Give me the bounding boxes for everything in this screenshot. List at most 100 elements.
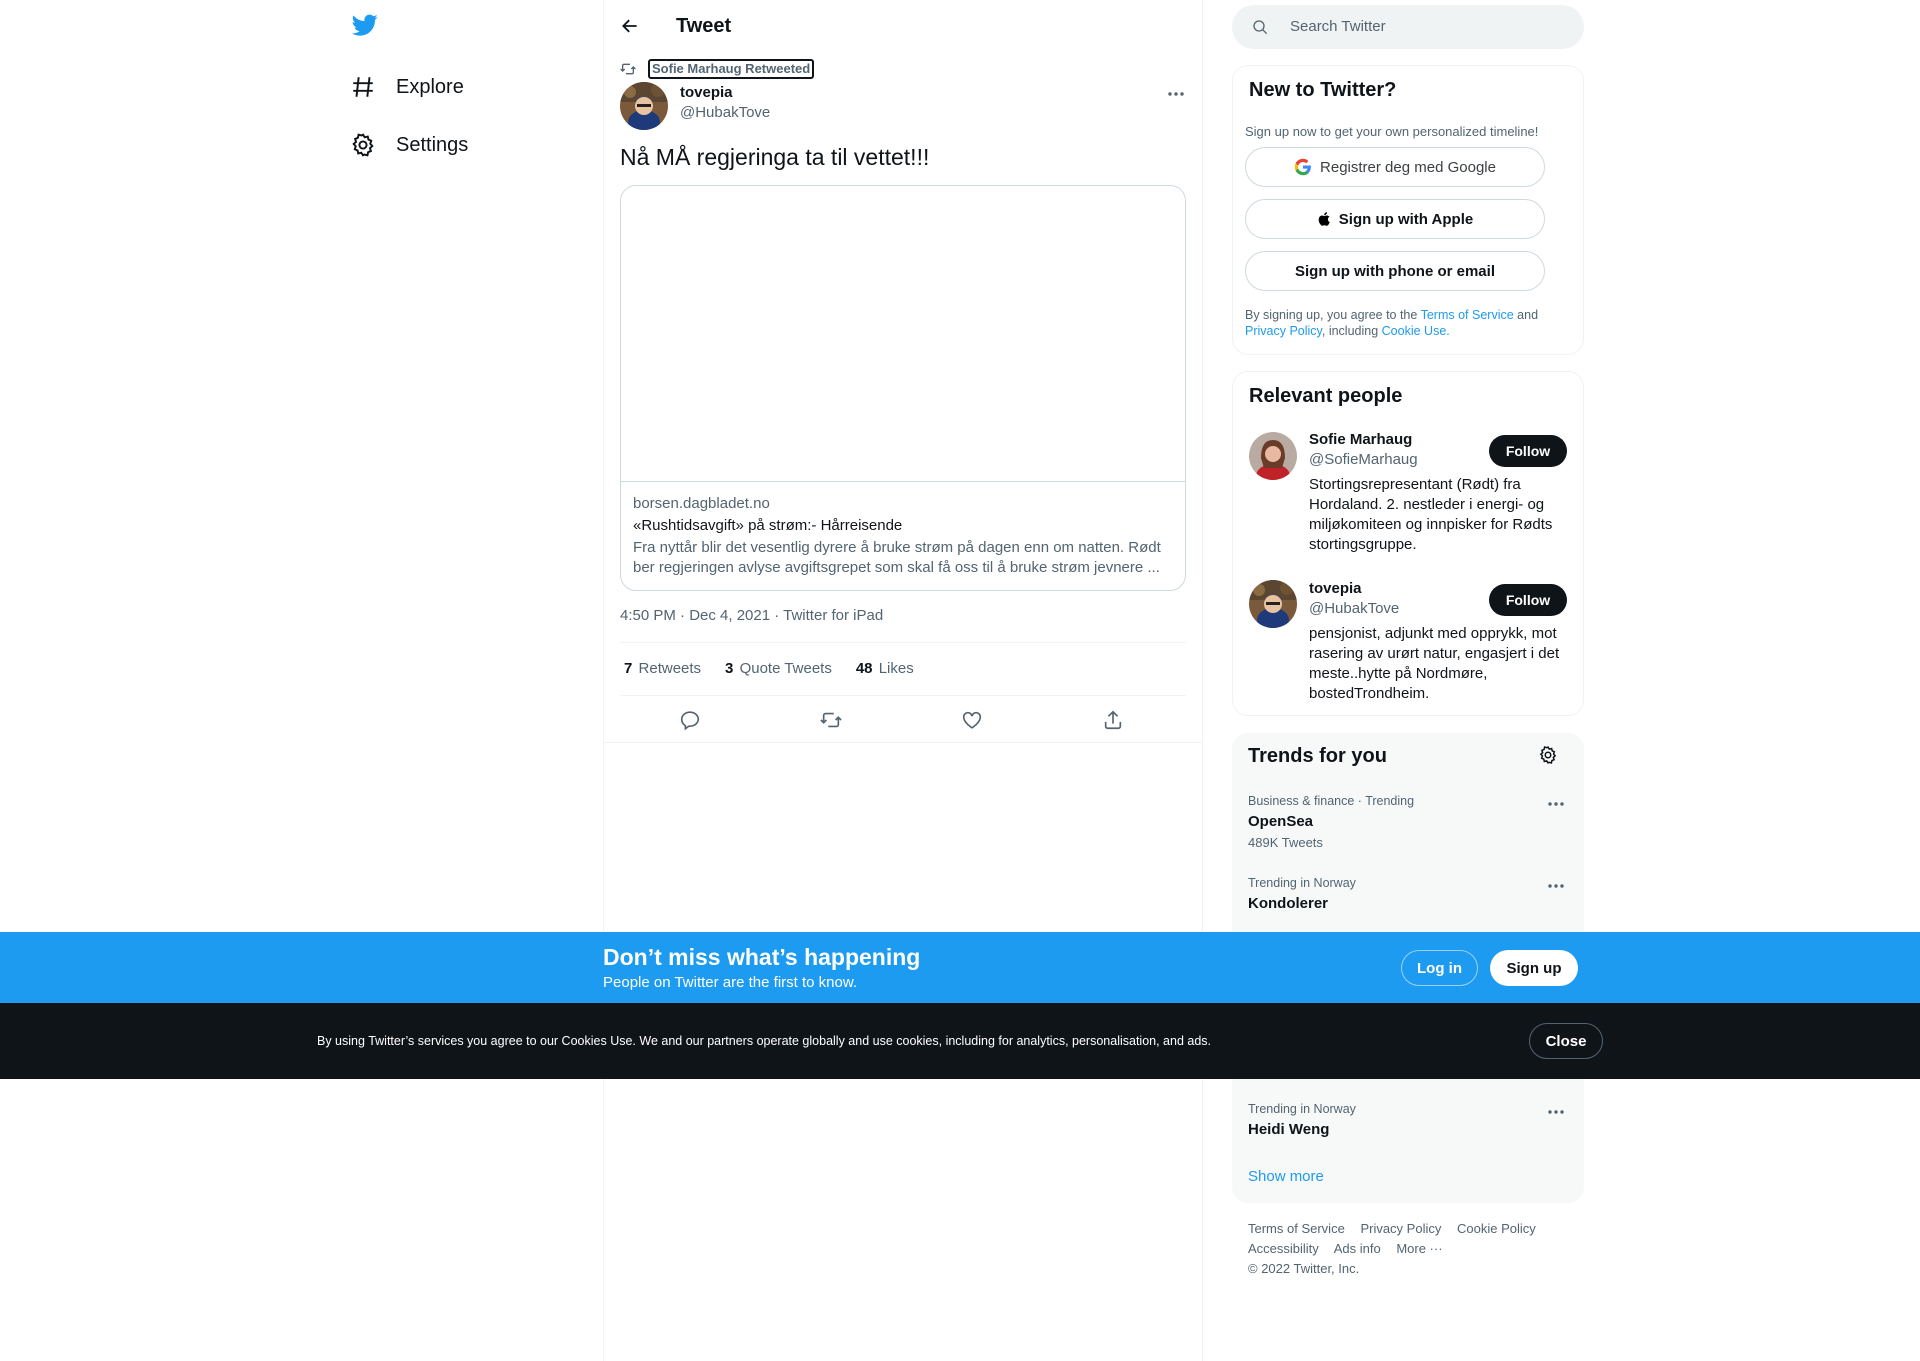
trend-meta: Trending in Norway — [1248, 1102, 1356, 1116]
likes-label: Likes — [878, 660, 914, 677]
google-icon — [1294, 158, 1312, 176]
nav-settings[interactable]: Settings — [350, 125, 468, 165]
footer-more-link[interactable]: More ··· — [1396, 1241, 1442, 1256]
footer-terms-link[interactable]: Terms of Service — [1248, 1221, 1345, 1236]
link-card[interactable]: borsen.dagbladet.no «Rushtidsavgift» på … — [620, 185, 1186, 591]
link-card-domain: borsen.dagbladet.no — [633, 495, 770, 512]
author-handle[interactable]: @HubakTove — [680, 104, 770, 121]
retweet-action-icon[interactable] — [820, 709, 842, 731]
person-bio: pensjonist, adjunkt med opprykk, mot ras… — [1309, 625, 1560, 702]
twitter-logo-icon[interactable] — [350, 12, 384, 42]
footer-cookie-link[interactable]: Cookie Policy — [1457, 1221, 1536, 1236]
retweets-count: 7 — [624, 660, 633, 677]
hashtag-icon — [350, 74, 376, 100]
trend-meta: Trending in Norway — [1248, 876, 1356, 890]
legal-and: and — [1517, 308, 1539, 322]
share-icon[interactable] — [1102, 709, 1124, 731]
phone-email-signup-button[interactable]: Sign up with phone or email — [1245, 251, 1545, 291]
cookie-banner: By using Twitter’s services you agree to… — [0, 1003, 1920, 1079]
quote-tweets-label: Quote Tweets — [739, 660, 832, 677]
nav-settings-label: Settings — [396, 133, 469, 156]
more-options-icon[interactable] — [1166, 84, 1186, 104]
new-to-twitter-subtitle: Sign up now to get your own personalized… — [1245, 124, 1539, 139]
trends-title: Trends for you — [1248, 745, 1387, 767]
search-icon — [1252, 19, 1268, 35]
page-title: Tweet — [676, 15, 732, 37]
trend-more-icon[interactable] — [1546, 876, 1566, 896]
back-arrow-icon[interactable] — [620, 16, 640, 36]
footer-links-row: Accessibility Ads info More ··· — [1248, 1241, 1455, 1256]
trends-settings-icon[interactable] — [1538, 745, 1558, 765]
google-signup-button[interactable]: Registrer deg med Google — [1245, 147, 1545, 187]
signup-banner-title: Don’t miss what’s happening — [603, 944, 921, 970]
follow-button[interactable]: Follow — [1489, 584, 1567, 616]
google-signup-label: Registrer deg med Google — [1320, 158, 1496, 176]
likes-count: 48 — [855, 660, 873, 677]
signup-banner-subtitle: People on Twitter are the first to know. — [603, 974, 858, 991]
search-placeholder: Search Twitter — [1290, 18, 1386, 35]
trend-meta: Business & finance · Trending — [1248, 794, 1415, 808]
cookie-use-link[interactable]: Cookie Use. — [1382, 324, 1450, 338]
footer-copyright: © 2022 Twitter, Inc. — [1248, 1261, 1360, 1276]
relevant-people-title: Relevant people — [1249, 385, 1403, 407]
retweet-context[interactable]: Sofie Marhaug Retweeted — [620, 59, 815, 79]
like-icon[interactable] — [961, 709, 983, 731]
signup-legal-text: By signing up, you agree to the Terms of… — [1245, 307, 1565, 339]
privacy-policy-link[interactable]: Privacy Policy — [1245, 324, 1322, 338]
center-left-divider — [603, 0, 604, 1361]
divider — [620, 695, 1186, 696]
footer-privacy-link[interactable]: Privacy Policy — [1360, 1221, 1441, 1236]
center-right-divider — [1202, 0, 1203, 1361]
person-handle[interactable]: @SofieMarhaug — [1309, 451, 1418, 468]
trend-name[interactable]: Kondolerer — [1248, 895, 1328, 912]
person-name[interactable]: Sofie Marhaug — [1309, 431, 1412, 448]
nav-explore[interactable]: Explore — [350, 67, 464, 107]
new-to-twitter-panel: New to Twitter? Sign up now to get your … — [1232, 65, 1584, 355]
nav-explore-label: Explore — [396, 75, 464, 98]
quote-tweets-count: 3 — [725, 660, 734, 677]
signup-button[interactable]: Sign up — [1490, 950, 1578, 986]
divider — [604, 742, 1202, 743]
person-avatar[interactable] — [1249, 580, 1297, 628]
trend-name[interactable]: Heidi Weng — [1248, 1121, 1329, 1138]
login-button[interactable]: Log in — [1401, 950, 1478, 986]
person-name[interactable]: tovepia — [1309, 580, 1362, 597]
cookie-banner-text: By using Twitter’s services you agree to… — [317, 1034, 1212, 1048]
tweet-timestamp[interactable]: 4:50 PM · Dec 4, 2021 · Twitter for iPad — [620, 607, 883, 624]
retweets-stat[interactable]: 7 Retweets — [620, 660, 701, 677]
author-avatar[interactable] — [620, 82, 668, 130]
footer-accessibility-link[interactable]: Accessibility — [1248, 1241, 1319, 1256]
apple-signup-label: Sign up with Apple — [1338, 210, 1474, 228]
new-to-twitter-title: New to Twitter? — [1249, 79, 1397, 101]
author-name[interactable]: tovepia — [680, 84, 733, 101]
retweeted-by-label[interactable]: Sofie Marhaug Retweeted — [648, 59, 815, 79]
tweet-text: Nå MÅ regjeringa ta til vettet!!! — [620, 144, 930, 170]
footer-ads-info-link[interactable]: Ads info — [1334, 1241, 1381, 1256]
footer-links-row: Terms of Service Privacy Policy Cookie P… — [1248, 1221, 1548, 1236]
link-card-description: Fra nyttår blir det vesentlig dyrere å b… — [633, 539, 1161, 576]
search-input[interactable]: Search Twitter — [1232, 5, 1584, 49]
person-bio: Stortingsrepresentant (Rødt) fra Hordala… — [1309, 476, 1553, 553]
relevant-people-panel: Relevant people Sofie Marhaug @SofieMarh… — [1232, 371, 1584, 716]
apple-signup-button[interactable]: Sign up with Apple — [1245, 199, 1545, 239]
likes-stat[interactable]: 48 Likes — [852, 660, 914, 677]
trend-name[interactable]: OpenSea — [1248, 813, 1313, 830]
close-button[interactable]: Close — [1529, 1023, 1603, 1059]
trend-count: 489K Tweets — [1248, 835, 1323, 850]
retweet-icon — [620, 61, 636, 77]
trend-more-icon[interactable] — [1546, 1102, 1566, 1122]
terms-of-service-link[interactable]: Terms of Service — [1421, 308, 1514, 322]
quote-tweets-stat[interactable]: 3 Quote Tweets — [721, 660, 832, 677]
gear-icon — [350, 132, 376, 158]
trend-more-icon[interactable] — [1546, 794, 1566, 814]
show-more-link[interactable]: Show more — [1248, 1168, 1324, 1185]
person-handle[interactable]: @HubakTove — [1309, 600, 1399, 617]
apple-icon — [1317, 210, 1333, 228]
person-avatar[interactable] — [1249, 432, 1297, 480]
follow-button[interactable]: Follow — [1489, 435, 1567, 467]
signup-banner: Don’t miss what’s happening People on Tw… — [0, 932, 1920, 1003]
retweets-label: Retweets — [638, 660, 702, 677]
reply-icon[interactable] — [679, 709, 701, 731]
legal-prefix: By signing up, you agree to the — [1245, 308, 1418, 322]
divider — [620, 642, 1186, 643]
